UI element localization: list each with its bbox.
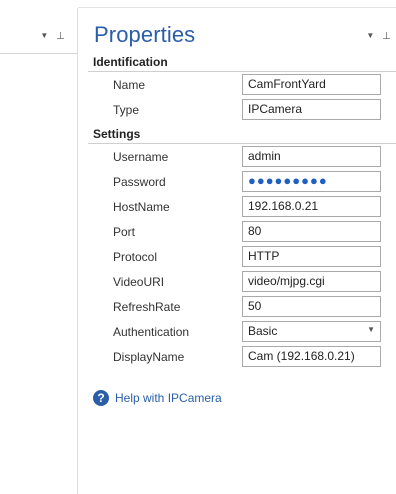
property-label: Name	[113, 78, 146, 92]
property-row-hostname: HostName 192.168.0.21	[88, 194, 396, 219]
displayname-field[interactable]: Cam (192.168.0.21)	[242, 346, 381, 367]
properties-pin-icon[interactable]: ⊣	[380, 31, 391, 40]
property-row-password: Password ●●●●●●●●●	[88, 169, 396, 194]
property-label: DisplayName	[113, 350, 185, 364]
left-pane-controls: ▼ ⊣	[40, 30, 65, 41]
property-row-refreshrate: RefreshRate 50	[88, 294, 396, 319]
property-row-videouri: VideoURI video/mjpg.cgi	[88, 269, 396, 294]
refreshrate-field[interactable]: 50	[242, 296, 381, 317]
authentication-select[interactable]: Basic ▼	[242, 321, 381, 342]
properties-panel: Properties ▼ ⊣ Identification Name CamFr…	[88, 8, 396, 494]
left-pane-header: ▼ ⊣	[0, 8, 78, 54]
hostname-field[interactable]: 192.168.0.21	[242, 196, 381, 217]
properties-dropdown-icon[interactable]: ▼	[366, 31, 374, 40]
panel-title: Properties	[94, 22, 196, 47]
protocol-field[interactable]: HTTP	[242, 246, 381, 267]
left-pane-pin-icon[interactable]: ⊣	[54, 31, 65, 40]
section-settings-title: Settings	[88, 124, 396, 144]
properties-pane-controls: ▼ ⊣	[366, 30, 391, 41]
name-field[interactable]: CamFrontYard	[242, 74, 381, 95]
property-label: Protocol	[113, 250, 158, 264]
username-field[interactable]: admin	[242, 146, 381, 167]
help-link[interactable]: Help with IPCamera	[115, 391, 222, 405]
authentication-selected-value: Basic	[248, 324, 278, 338]
property-row-type: Type IPCamera	[88, 97, 396, 122]
left-pane-dropdown-icon[interactable]: ▼	[40, 31, 48, 40]
property-row-authentication: Authentication Basic ▼	[88, 319, 396, 344]
property-label: RefreshRate	[113, 300, 181, 314]
port-field[interactable]: 80	[242, 221, 381, 242]
property-label: Password	[113, 175, 166, 189]
property-row-username: Username admin	[88, 144, 396, 169]
property-label: Type	[113, 103, 140, 117]
property-row-protocol: Protocol HTTP	[88, 244, 396, 269]
property-label: VideoURI	[113, 275, 165, 289]
properties-header: Properties ▼ ⊣	[88, 8, 396, 52]
videouri-field[interactable]: video/mjpg.cgi	[242, 271, 381, 292]
property-row-displayname: DisplayName Cam (192.168.0.21)	[88, 344, 396, 369]
property-label: Port	[113, 225, 136, 239]
property-label: Authentication	[113, 325, 190, 339]
help-icon[interactable]: ?	[93, 390, 109, 406]
type-field[interactable]: IPCamera	[242, 99, 381, 120]
property-label: Username	[113, 150, 169, 164]
section-identification-title: Identification	[88, 52, 396, 72]
left-pane: ▼ ⊣	[0, 0, 78, 494]
help-link-container[interactable]: ? Help with IPCamera	[93, 390, 222, 406]
password-field[interactable]: ●●●●●●●●●	[242, 171, 381, 192]
pane-splitter[interactable]	[77, 8, 78, 494]
chevron-down-icon[interactable]: ▼	[367, 325, 375, 334]
property-label: HostName	[113, 200, 170, 214]
property-row-port: Port 80	[88, 219, 396, 244]
property-row-name: Name CamFrontYard	[88, 72, 396, 97]
